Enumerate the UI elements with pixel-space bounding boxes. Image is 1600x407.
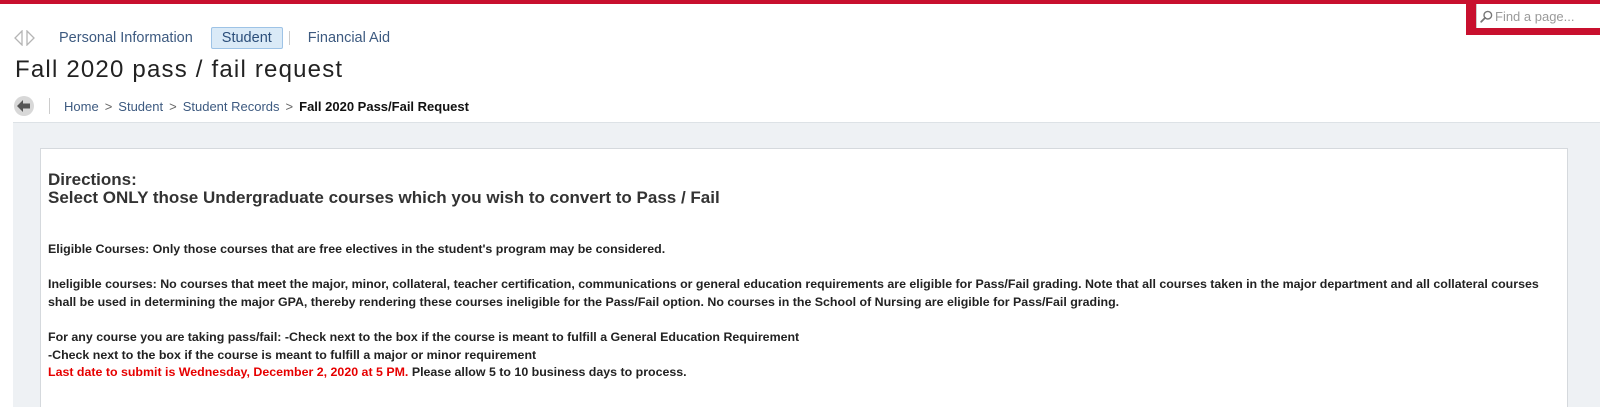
search-box[interactable]	[1476, 4, 1600, 28]
breadcrumb-divider	[49, 98, 50, 114]
top-brand-bar	[0, 0, 1600, 4]
ineligible-courses-text: Ineligible courses: No courses that meet…	[48, 277, 1539, 309]
breadcrumb-separator: >	[285, 98, 294, 114]
tab-financial-aid[interactable]: Financial Aid	[298, 28, 400, 48]
tab-next-icon[interactable]	[26, 30, 35, 46]
search-icon	[1480, 10, 1493, 23]
deadline-line: Last date to submit is Wednesday, Decemb…	[48, 364, 1553, 382]
tab-divider	[288, 31, 290, 45]
breadcrumb-student-records[interactable]: Student Records	[183, 99, 280, 114]
pass-fail-instructions: For any course you are taking pass/fail:…	[48, 329, 1553, 382]
breadcrumb: Home > Student > Student Records > Fall …	[14, 96, 469, 116]
tab-student[interactable]: Student	[210, 27, 283, 49]
search-container	[1466, 0, 1600, 35]
breadcrumb-separator: >	[104, 98, 113, 114]
deadline-text: Last date to submit is Wednesday, Decemb…	[48, 365, 409, 379]
directions-heading: Directions:	[48, 170, 137, 189]
search-input[interactable]	[1495, 8, 1595, 24]
breadcrumb-current: Fall 2020 Pass/Fail Request	[299, 98, 469, 114]
breadcrumb-student[interactable]: Student	[118, 99, 163, 114]
directions-subheading: Select ONLY those Undergraduate courses …	[48, 188, 720, 207]
instruction-gen-ed: For any course you are taking pass/fail:…	[48, 330, 800, 344]
main-tabs: Personal Information Student Financial A…	[14, 26, 400, 50]
instruction-major-minor: -Check next to the box if the course is …	[48, 347, 537, 362]
tab-personal-information[interactable]: Personal Information	[49, 28, 203, 48]
processing-text: Please allow 5 to 10 business days to pr…	[408, 365, 687, 379]
eligible-courses-text: Eligible Courses: Only those courses tha…	[48, 242, 666, 256]
tab-prev-icon[interactable]	[14, 30, 23, 46]
page-title: Fall 2020 pass / fail request	[15, 56, 344, 83]
breadcrumb-separator: >	[169, 98, 177, 114]
arrow-left-icon	[17, 100, 30, 112]
directions-panel: Directions: Select ONLY those Undergradu…	[40, 148, 1568, 407]
tab-scroll-arrows	[14, 30, 35, 46]
back-button[interactable]	[14, 96, 34, 116]
breadcrumb-home[interactable]: Home	[64, 99, 99, 114]
directions-header: Directions: Select ONLY those Undergradu…	[48, 171, 720, 207]
